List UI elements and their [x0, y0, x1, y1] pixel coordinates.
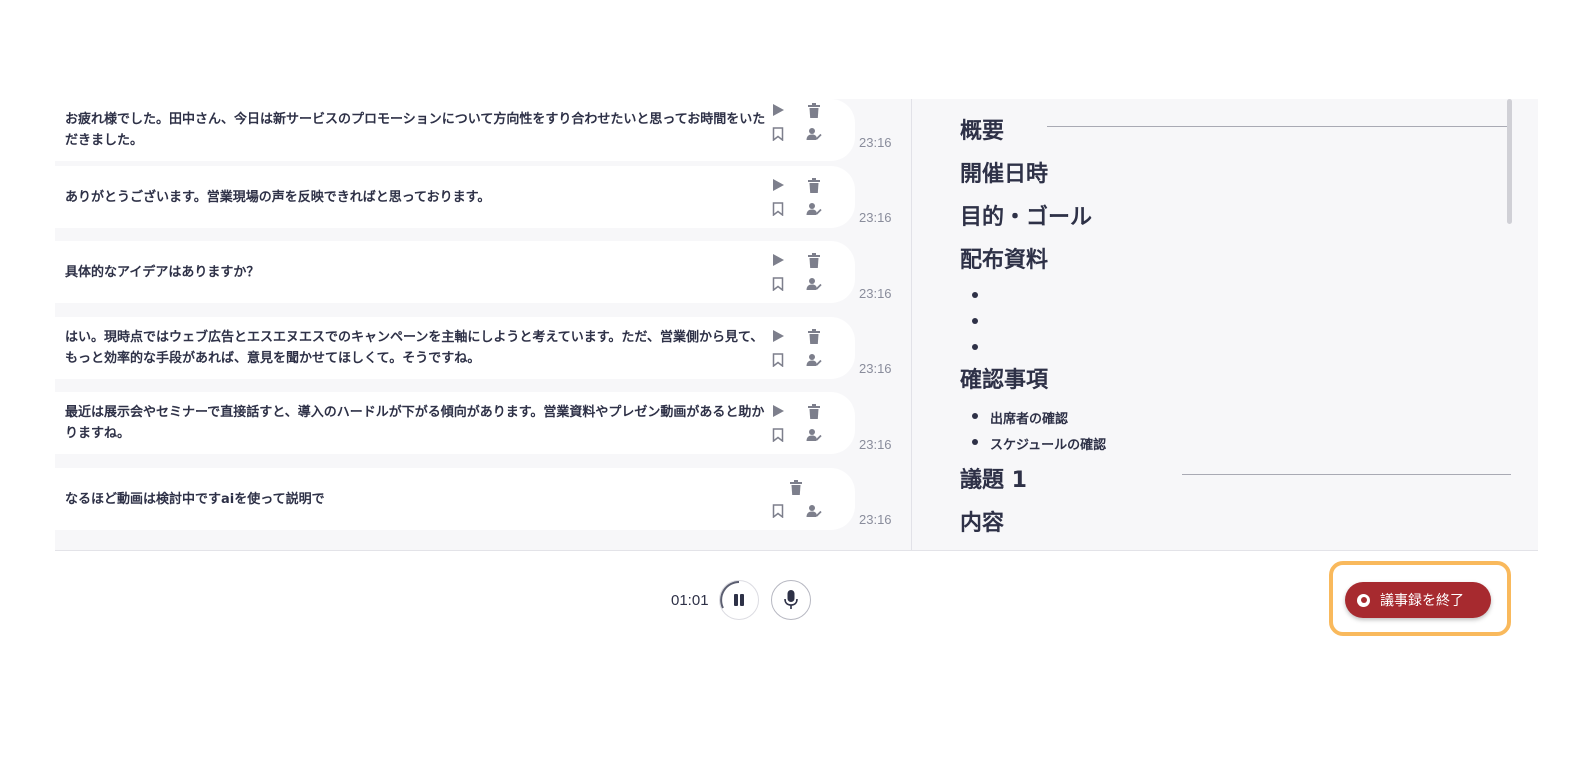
timestamp: 23:16	[859, 512, 892, 527]
confirm-item: スケジュールの確認	[990, 438, 1107, 453]
play-icon[interactable]	[769, 327, 787, 345]
transcript-item: お疲れ様でした。田中さん、今日は新サービスのプロモーションについて方向性をすり合…	[55, 99, 855, 161]
play-icon[interactable]	[769, 251, 787, 269]
section-rule	[1182, 474, 1511, 475]
bookmark-icon[interactable]	[769, 426, 787, 444]
bullet	[972, 439, 978, 445]
heading-materials: 配布資料	[960, 248, 1049, 273]
play-icon[interactable]	[769, 176, 787, 194]
bookmark-icon[interactable]	[769, 200, 787, 218]
trash-icon[interactable]	[805, 327, 823, 345]
assign-speaker-icon[interactable]	[805, 275, 823, 293]
assign-speaker-icon[interactable]	[805, 426, 823, 444]
bookmark-icon[interactable]	[769, 502, 787, 520]
timestamp: 23:16	[859, 361, 892, 376]
transcript-text: はい。現時点ではウェブ広告とエスエヌエスでのキャンペーンを主軸にしようと考えてい…	[65, 330, 764, 366]
heading-goal: 目的・ゴール	[960, 205, 1093, 230]
microphone-icon	[784, 590, 798, 609]
trash-icon[interactable]	[805, 176, 823, 194]
end-minutes-label: 議事録を終了	[1380, 593, 1464, 609]
assign-speaker-icon[interactable]	[805, 351, 823, 369]
minutes-summary[interactable]: 概要 開催日時 目的・ゴール 配布資料 確認事項 出席者の確認 スケジュールの確…	[912, 99, 1538, 550]
record-icon	[1357, 593, 1370, 607]
heading-content: 内容	[960, 511, 1005, 536]
bullet	[972, 292, 978, 298]
assign-speaker-icon[interactable]	[805, 502, 823, 520]
timestamp: 23:16	[859, 286, 892, 301]
play-icon[interactable]	[769, 101, 787, 119]
transcript-text: 具体的なアイデアはありますか？	[65, 264, 260, 280]
trash-icon[interactable]	[805, 402, 823, 420]
heading-datetime: 開催日時	[960, 162, 1049, 187]
heading-agenda-1: 議題 1	[960, 468, 1027, 493]
transcript-item: なるほど動画は検討中ですaiを使って説明で	[55, 468, 855, 530]
transcript-text: なるほど動画は検討中ですaiを使って説明で	[65, 491, 325, 507]
transcript-item: 具体的なアイデアはありますか？	[55, 241, 855, 303]
transcript-item: ありがとうございます。営業現場の声を反映できればと思っております。	[55, 166, 855, 228]
assign-speaker-icon[interactable]	[805, 125, 823, 143]
end-minutes-button[interactable]: 議事録を終了	[1345, 582, 1491, 618]
trash-icon[interactable]	[805, 251, 823, 269]
end-minutes-highlight: 議事録を終了	[1329, 561, 1511, 636]
bullet	[972, 413, 978, 419]
transcript-item: はい。現時点ではウェブ広告とエスエヌエスでのキャンペーンを主軸にしようと考えてい…	[55, 317, 855, 379]
transcript-text: 最近は展示会やセミナーで直接話すと、導入のハードルが下がる傾向があります。営業資…	[65, 405, 765, 441]
trash-icon[interactable]	[787, 478, 805, 496]
play-icon[interactable]	[769, 402, 787, 420]
bookmark-icon[interactable]	[769, 275, 787, 293]
bookmark-icon[interactable]	[769, 351, 787, 369]
transcript-text: お疲れ様でした。田中さん、今日は新サービスのプロモーションについて方向性をすり合…	[65, 112, 766, 148]
pause-button[interactable]	[719, 580, 759, 620]
bookmark-icon[interactable]	[769, 125, 787, 143]
progress-ring-icon	[720, 581, 740, 609]
transcript-list: お疲れ様でした。田中さん、今日は新サービスのプロモーションについて方向性をすり合…	[55, 99, 915, 550]
timestamp: 23:16	[859, 135, 892, 150]
summary-scrollbar[interactable]	[1507, 99, 1512, 224]
heading-confirm: 確認事項	[960, 368, 1049, 393]
timestamp: 23:16	[859, 210, 892, 225]
assign-speaker-icon[interactable]	[805, 200, 823, 218]
heading-overview: 概要	[960, 119, 1005, 144]
transcript-item: 最近は展示会やセミナーで直接話すと、導入のハードルが下がる傾向があります。営業資…	[55, 392, 855, 454]
minutes-panel: お疲れ様でした。田中さん、今日は新サービスのプロモーションについて方向性をすり合…	[55, 99, 1538, 551]
bullet	[972, 318, 978, 324]
microphone-button[interactable]	[771, 580, 811, 620]
elapsed-time: 01:01	[671, 592, 709, 609]
trash-icon[interactable]	[805, 101, 823, 119]
confirm-item: 出席者の確認	[990, 412, 1069, 427]
timestamp: 23:16	[859, 437, 892, 452]
section-rule	[1047, 126, 1511, 127]
bullet	[972, 344, 978, 350]
transcript-text: ありがとうございます。営業現場の声を反映できればと思っております。	[65, 189, 491, 205]
